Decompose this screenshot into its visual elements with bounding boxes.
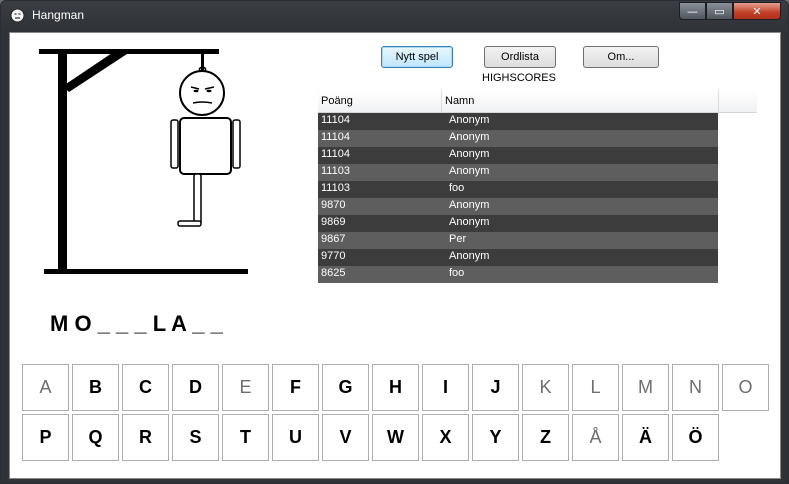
letter-key[interactable]: T: [222, 414, 269, 461]
name-cell: Anonym: [449, 250, 490, 262]
letter-key[interactable]: Ä: [622, 414, 669, 461]
letter-key[interactable]: E: [222, 364, 269, 411]
letter-key[interactable]: S: [172, 414, 219, 461]
score-cell: 11104: [321, 131, 350, 143]
hanged-figure: [170, 66, 241, 227]
table-body: 11104 Anonym 11104 Anonym 11104 Anonym 11103 An…: [318, 113, 718, 283]
score-cell: 11103: [321, 165, 350, 177]
window-title: Hangman: [32, 8, 85, 22]
table-row[interactable]: 9869 Anonym: [318, 215, 718, 232]
letter-key[interactable]: J: [472, 364, 519, 411]
minimize-icon: —: [687, 4, 698, 18]
letter-key[interactable]: U: [272, 414, 319, 461]
letter-key[interactable]: H: [372, 364, 419, 411]
name-cell: Per: [449, 233, 467, 245]
minimize-button[interactable]: —: [679, 2, 706, 20]
letter-key[interactable]: K: [522, 364, 569, 411]
letter-key[interactable]: R: [122, 414, 169, 461]
table-row[interactable]: 8625 foo: [318, 266, 718, 283]
score-cell: 9869: [321, 216, 346, 228]
letter-key[interactable]: D: [172, 364, 219, 411]
letter-key[interactable]: Å: [572, 414, 619, 461]
table-row[interactable]: 11104 Anonym: [318, 130, 718, 147]
name-cell: Anonym: [449, 148, 490, 160]
letter-key[interactable]: Y: [472, 414, 519, 461]
column-header-score[interactable]: Poäng: [318, 90, 442, 112]
table-row[interactable]: 9770 Anonym: [318, 249, 718, 266]
highscores-table[interactable]: Poäng Namn 11104 Anonym 11104 Anonym 11104 An…: [318, 90, 757, 316]
table-row[interactable]: 9870 Anonym: [318, 198, 718, 215]
name-cell: Anonym: [449, 114, 490, 126]
highscores-title: HIGHSCORES: [482, 72, 556, 84]
title-bar[interactable]: Hangman — ▭ ✕: [1, 1, 788, 31]
letter-key[interactable]: Ö: [672, 414, 719, 461]
letter-key[interactable]: N: [672, 364, 719, 411]
letter-key[interactable]: C: [122, 364, 169, 411]
score-cell: 11103: [321, 182, 350, 194]
table-row[interactable]: 11103 foo: [318, 181, 718, 198]
letter-key[interactable]: W: [372, 414, 419, 461]
close-icon: ✕: [752, 4, 762, 18]
column-header-name[interactable]: Namn: [442, 90, 719, 112]
score-cell: 9870: [321, 199, 346, 211]
letter-key[interactable]: G: [322, 364, 369, 411]
table-row[interactable]: 11104 Anonym: [318, 147, 718, 164]
table-header: Poäng Namn: [318, 90, 757, 113]
name-cell: foo: [449, 267, 465, 279]
client-area: Nytt spel Ordlista Om... HIGHSCORES Poän…: [9, 32, 781, 479]
letter-key[interactable]: A: [22, 364, 69, 411]
name-cell: Anonym: [449, 216, 490, 228]
name-cell: Anonym: [449, 199, 490, 211]
close-button[interactable]: ✕: [733, 2, 781, 20]
name-cell: Anonym: [449, 165, 490, 177]
letter-key[interactable]: P: [22, 414, 69, 461]
score-cell: 11104: [321, 114, 350, 126]
letter-key[interactable]: X: [422, 414, 469, 461]
table-row[interactable]: 11104 Anonym: [318, 113, 718, 130]
letter-key[interactable]: Z: [522, 414, 569, 461]
table-row[interactable]: 9867 Per: [318, 232, 718, 249]
score-cell: 8625: [321, 267, 346, 279]
name-cell: foo: [449, 182, 465, 194]
about-button[interactable]: Om...: [583, 46, 659, 68]
score-cell: 9770: [321, 250, 346, 262]
letter-key[interactable]: F: [272, 364, 319, 411]
letter-key[interactable]: L: [572, 364, 619, 411]
hangman-drawing: [39, 49, 248, 274]
score-cell: 11104: [321, 148, 350, 160]
maximize-icon: ▭: [714, 4, 725, 18]
hangman-app-icon: [10, 8, 25, 23]
score-cell: 9867: [321, 233, 346, 245]
wordlist-button[interactable]: Ordlista: [484, 46, 556, 68]
letter-key[interactable]: O: [722, 364, 769, 411]
table-row[interactable]: 11103 Anonym: [318, 164, 718, 181]
letter-key[interactable]: V: [322, 414, 369, 461]
app-window: Hangman — ▭ ✕ Nytt spel Ordlista Om... H…: [0, 0, 789, 484]
maximize-button[interactable]: ▭: [706, 2, 733, 20]
letter-key[interactable]: Q: [72, 414, 119, 461]
name-cell: Anonym: [449, 131, 490, 143]
letter-key[interactable]: B: [72, 364, 119, 411]
letter-key[interactable]: I: [422, 364, 469, 411]
new-game-button[interactable]: Nytt spel: [381, 46, 453, 68]
letter-key[interactable]: M: [622, 364, 669, 411]
word-display: M O _ _ _ L A _ _: [50, 311, 223, 336]
